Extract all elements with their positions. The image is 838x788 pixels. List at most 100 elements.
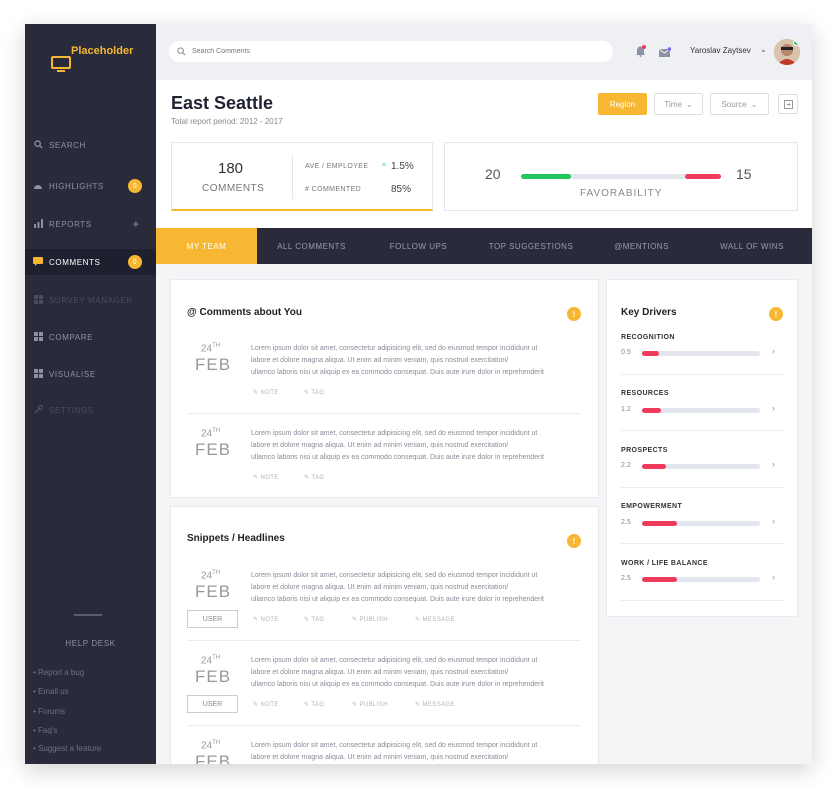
- sidebar-item-reports[interactable]: REPORTS +: [25, 211, 156, 237]
- text-line: ullamco laboris nisi ut aliquip ex ea co…: [251, 369, 544, 376]
- chevron-right-icon[interactable]: ›: [772, 403, 775, 413]
- note-label: NOTE: [260, 702, 279, 708]
- sidebar-item-search[interactable]: SEARCH: [25, 132, 156, 158]
- plus-icon[interactable]: +: [132, 217, 140, 231]
- user-button[interactable]: USER: [187, 695, 238, 713]
- text-line: labore et dolore magna aliqua. Ut enim a…: [251, 754, 509, 761]
- day-suffix: TH: [212, 740, 221, 746]
- sidebar-item-settings[interactable]: SETTINGS: [25, 397, 156, 423]
- tab-follow-ups[interactable]: FOLLOW UPS: [366, 228, 471, 264]
- driver-label: RESOURCES: [621, 390, 669, 397]
- count-badge: 0: [128, 255, 142, 269]
- tag-action[interactable]: ✎ TAG: [304, 474, 324, 481]
- driver-bar-fill: [642, 351, 659, 356]
- help-link-forums[interactable]: • Forums: [33, 707, 65, 716]
- ave-employee-label: AVE / EMPLOYEE: [305, 163, 369, 170]
- driver-bar-fill: [642, 408, 661, 413]
- tag-action[interactable]: ✎ TAG: [304, 616, 324, 623]
- favorable-segment: [521, 174, 571, 179]
- sidebar-item-compare[interactable]: COMPARE: [25, 324, 156, 350]
- sidebar-item-label: SETTINGS: [49, 405, 94, 415]
- tag-action[interactable]: ✎ TAG: [304, 389, 324, 396]
- tab-top-suggestions[interactable]: TOP SUGGESTIONS: [471, 228, 591, 264]
- note-label: NOTE: [260, 390, 279, 396]
- help-link-email[interactable]: • Email us: [33, 687, 69, 696]
- tab-wall-of-wins[interactable]: WALL OF WINS: [692, 228, 812, 264]
- tab-bar: MY TEAM ALL COMMENTS FOLLOW UPS TOP SUGG…: [156, 228, 812, 264]
- wrench-icon: [33, 404, 43, 415]
- publish-label: PUBLISH: [359, 617, 388, 623]
- export-icon[interactable]: [778, 94, 798, 114]
- driver-value: 2.5: [621, 519, 631, 526]
- info-icon[interactable]: !: [567, 534, 581, 548]
- text-line: Lorem ipsum dolor sit amet, consectetur …: [251, 657, 538, 664]
- message-label: MESSAGE: [422, 702, 455, 708]
- chevron-right-icon[interactable]: ›: [772, 459, 775, 469]
- sidebar-item-highlights[interactable]: HIGHLIGHTS 0: [25, 173, 156, 199]
- region-button[interactable]: Region: [598, 93, 647, 115]
- online-status-dot: [793, 39, 800, 46]
- tag-label: TAG: [311, 475, 325, 481]
- publish-action[interactable]: ✎ PUBLISH: [352, 616, 388, 623]
- search-input[interactable]: [192, 48, 592, 55]
- message-action[interactable]: ✎ MESSAGE: [415, 701, 455, 708]
- user-name[interactable]: Yaroslav Zaytsev: [690, 46, 751, 55]
- note-action[interactable]: ✎ NOTE: [253, 616, 279, 623]
- mail-icon[interactable]: [658, 44, 672, 62]
- search-box[interactable]: [169, 41, 613, 62]
- comments-count: 180: [218, 160, 244, 177]
- favorability-left-value: 20: [485, 166, 501, 182]
- help-desk-heading: HELP DESK: [65, 639, 116, 648]
- divider: [74, 614, 102, 616]
- driver-bar-fill: [642, 464, 666, 469]
- commented-label: # COMMENTED: [305, 186, 362, 193]
- tab-mentions[interactable]: @MENTIONS: [591, 228, 692, 264]
- tab-all-comments[interactable]: ALL COMMENTS: [257, 228, 366, 264]
- help-link-report-bug[interactable]: • Report a bug: [33, 668, 84, 677]
- tab-my-team[interactable]: MY TEAM: [156, 228, 257, 264]
- message-action[interactable]: ✎ MESSAGE: [415, 616, 455, 623]
- driver-label: PROSPECTS: [621, 447, 668, 454]
- chevron-right-icon[interactable]: ›: [772, 572, 775, 582]
- sidebar-item-comments[interactable]: COMMENTS 0: [25, 249, 156, 275]
- snippet-text: Lorem ipsum dolor sit amet, consectetur …: [251, 740, 581, 764]
- snippet-day: 24TH: [201, 570, 220, 581]
- divider: [187, 413, 580, 414]
- chevron-right-icon[interactable]: ›: [772, 516, 775, 526]
- user-button[interactable]: USER: [187, 610, 238, 628]
- driver-bar: [642, 577, 760, 582]
- logo[interactable]: Placeholder: [43, 44, 133, 72]
- snippet-month: FEB: [195, 582, 232, 601]
- divider: [292, 155, 293, 199]
- comment-day: 24TH: [201, 343, 220, 354]
- divider: [187, 640, 580, 641]
- tag-action[interactable]: ✎ TAG: [304, 701, 324, 708]
- info-icon[interactable]: !: [769, 307, 783, 321]
- day-number: 24: [201, 570, 213, 582]
- bell-icon[interactable]: [635, 44, 646, 62]
- publish-label: PUBLISH: [359, 702, 388, 708]
- source-dropdown[interactable]: Source ⌄: [710, 93, 769, 115]
- avatar[interactable]: [774, 39, 800, 65]
- chevron-down-icon: ⌄: [750, 99, 758, 109]
- sidebar-item-label: VISUALISE: [49, 369, 96, 379]
- publish-action[interactable]: ✎ PUBLISH: [352, 701, 388, 708]
- search-icon: [177, 43, 186, 61]
- note-action[interactable]: ✎ NOTE: [253, 701, 279, 708]
- help-link-faq[interactable]: • Faq's: [33, 726, 57, 735]
- monitor-icon: [51, 56, 71, 72]
- info-icon[interactable]: !: [567, 307, 581, 321]
- sidebar-item-survey-manager[interactable]: SURVEY MANAGER: [25, 287, 156, 313]
- snippet-text: Lorem ipsum dolor sit amet, consectetur …: [251, 655, 581, 691]
- time-dropdown[interactable]: Time ⌄: [654, 93, 703, 115]
- chevron-right-icon[interactable]: ›: [772, 346, 775, 356]
- comments-stat-card: 180 COMMENTS AVE / EMPLOYEE ^ 1.5% # COM…: [171, 142, 433, 211]
- note-action[interactable]: ✎ NOTE: [253, 474, 279, 481]
- note-action[interactable]: ✎ NOTE: [253, 389, 279, 396]
- chevron-down-icon[interactable]: ⌄: [760, 45, 767, 54]
- sidebar-item-visualise[interactable]: VISUALISE: [25, 361, 156, 387]
- day-number: 24: [201, 655, 213, 667]
- help-link-suggest[interactable]: • Suggest a feature: [33, 744, 101, 753]
- driver-bar-fill: [642, 521, 678, 526]
- comment-text: Lorem ipsum dolor sit amet, consectetur …: [251, 428, 581, 464]
